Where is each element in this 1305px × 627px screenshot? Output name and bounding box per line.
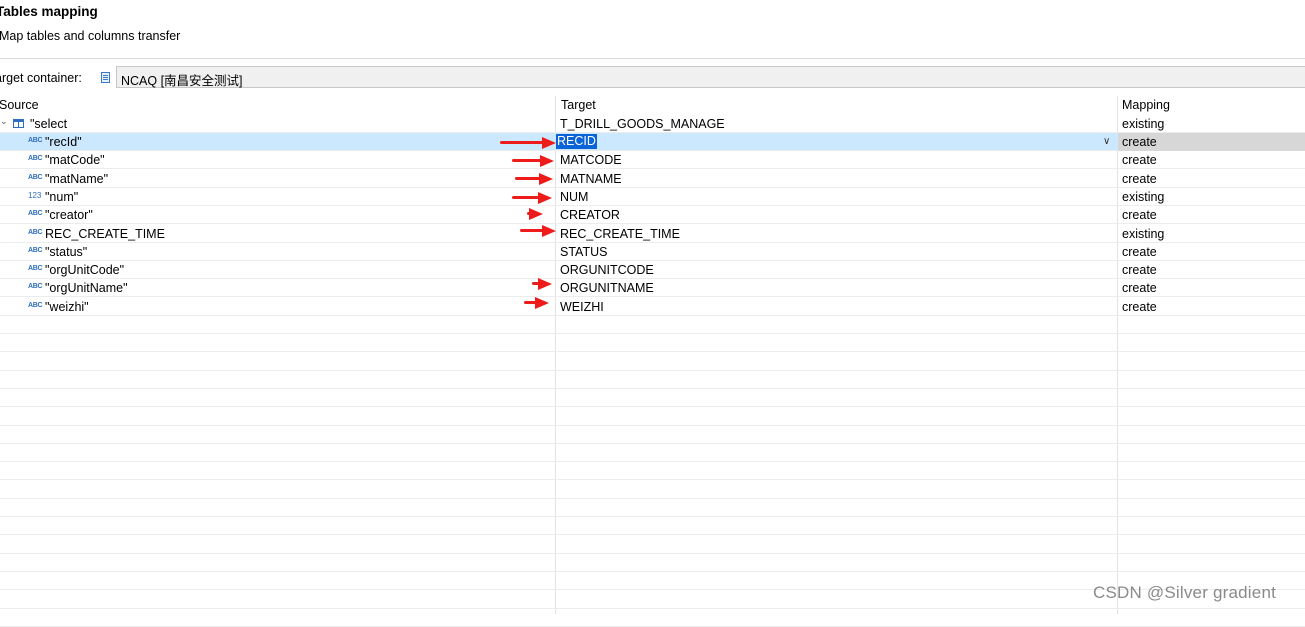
page-subtitle: Map tables and columns transfer (0, 29, 181, 43)
table-icon (13, 119, 24, 128)
empty-row (0, 481, 1305, 499)
target-column-name[interactable]: WEIZHI (560, 300, 604, 314)
column-row[interactable]: ABC "weizhi" WEIZHI create (0, 298, 1305, 316)
mapping-grid: Source Target Mapping ⌄ "select T_DRILL_… (0, 96, 1305, 627)
separator (0, 58, 1305, 59)
string-type-icon: ABC (28, 283, 43, 291)
source-column-name: REC_CREATE_TIME (45, 226, 165, 241)
red-arrow-annotation (532, 278, 552, 290)
source-column-name: "status" (45, 244, 88, 259)
target-column-name[interactable]: MATCODE (560, 153, 622, 167)
red-arrow-annotation (527, 208, 543, 220)
empty-row (0, 426, 1305, 444)
watermark: CSDN @Silver gradient (1093, 583, 1277, 602)
target-container-label: arget container: (0, 71, 82, 85)
source-column-name: "matCode" (45, 153, 105, 168)
string-type-icon: ABC (28, 265, 43, 273)
numeric-type-icon: 123 (28, 190, 42, 200)
red-arrow-annotation (520, 225, 556, 237)
target-column-editor[interactable]: RECID (556, 134, 597, 149)
string-type-icon: ABC (28, 246, 43, 254)
column-row[interactable]: ABC "recId" RECID ∨ create (0, 133, 1305, 151)
source-column-name: "orgUnitName" (45, 281, 128, 296)
target-table-name[interactable]: T_DRILL_GOODS_MANAGE (560, 117, 725, 131)
source-column-name: "recId" (45, 135, 82, 149)
red-arrow-annotation (512, 192, 552, 204)
target-column-name[interactable]: MATNAME (560, 172, 622, 186)
column-row[interactable]: ABC "matCode" MATCODE create (0, 151, 1305, 170)
empty-row (0, 444, 1305, 463)
column-row[interactable]: ABC "matName" MATNAME create (0, 170, 1305, 188)
column-row[interactable]: 123 "num" NUM existing (0, 188, 1305, 206)
column-header-target[interactable]: Target (561, 98, 596, 112)
table-row[interactable]: ⌄ "select T_DRILL_GOODS_MANAGE existing (0, 115, 1305, 133)
column-row[interactable]: ABC "orgUnitName" ORGUNITNAME create (0, 279, 1305, 298)
target-column-name[interactable]: CREATOR (560, 208, 620, 222)
source-column-name: "weizhi" (45, 299, 89, 314)
target-column-name[interactable]: ORGUNITCODE (560, 263, 654, 277)
mapping-type[interactable]: create (1122, 300, 1157, 314)
empty-row (0, 389, 1305, 408)
table-mapping[interactable]: existing (1122, 117, 1164, 131)
column-row[interactable]: ABC "orgUnitCode" ORGUNITCODE create (0, 261, 1305, 280)
tree-expand-icon[interactable]: ⌄ (0, 116, 8, 127)
empty-row (0, 536, 1305, 554)
mapping-type[interactable]: create (1122, 281, 1157, 295)
mapping-type[interactable]: existing (1122, 227, 1164, 241)
empty-row (0, 371, 1305, 389)
column-header-mapping[interactable]: Mapping (1122, 98, 1170, 112)
red-arrow-annotation (500, 137, 556, 149)
string-type-icon: ABC (28, 137, 43, 144)
empty-row (0, 517, 1305, 536)
empty-row (0, 353, 1305, 371)
source-column-name: "orgUnitCode" (45, 263, 125, 278)
red-arrow-annotation (515, 173, 553, 185)
target-column-name[interactable]: STATUS (560, 245, 607, 259)
red-arrow-annotation (524, 297, 549, 309)
mapping-type[interactable]: create (1122, 172, 1157, 186)
target-column-name[interactable]: ORGUNITNAME (560, 281, 654, 295)
target-column-name[interactable]: NUM (560, 190, 588, 204)
source-column-name: "creator" (45, 208, 93, 223)
mapping-type[interactable]: create (1122, 153, 1157, 167)
target-container-row: arget container: NCAQ [南昌安全测试] (0, 66, 1305, 90)
grid-header: Source Target Mapping (0, 96, 1305, 114)
column-row[interactable]: ABC REC_CREATE_TIME REC_CREATE_TIME existin… (0, 225, 1305, 243)
string-type-icon: ABC (28, 210, 43, 218)
empty-row (0, 316, 1305, 334)
string-type-icon: ABC (28, 301, 43, 309)
database-icon (101, 72, 110, 83)
column-row[interactable]: ABC "status" STATUS create (0, 243, 1305, 261)
string-type-icon: ABC (28, 228, 43, 236)
empty-row (0, 499, 1305, 517)
red-arrow-annotation (512, 155, 554, 167)
empty-row (0, 408, 1305, 426)
source-column-name: "num" (45, 189, 79, 204)
mapping-type[interactable]: create (1122, 208, 1157, 222)
target-column-name[interactable]: REC_CREATE_TIME (560, 227, 680, 241)
target-container-value: NCAQ [南昌安全测试] (121, 74, 243, 88)
mapping-type[interactable]: create (1122, 245, 1157, 259)
mapping-type[interactable]: create (1122, 263, 1157, 277)
mapping-type[interactable]: existing (1122, 190, 1164, 204)
empty-row (0, 554, 1305, 572)
source-column-name: "matName" (45, 171, 109, 186)
empty-row (0, 462, 1305, 481)
string-type-icon: ABC (28, 155, 43, 163)
empty-row (0, 609, 1305, 627)
column-row[interactable]: ABC "creator" CREATOR create (0, 206, 1305, 225)
target-container-field[interactable]: NCAQ [南昌安全测试] (116, 66, 1305, 88)
empty-row (0, 334, 1305, 353)
source-table-name: "select (30, 117, 68, 131)
mapping-type[interactable]: create (1122, 135, 1157, 149)
string-type-icon: ABC (28, 173, 43, 181)
column-header-source[interactable]: Source (0, 98, 39, 112)
chevron-down-icon[interactable]: ∨ (1103, 136, 1110, 147)
page-title: Tables mapping (0, 4, 98, 19)
